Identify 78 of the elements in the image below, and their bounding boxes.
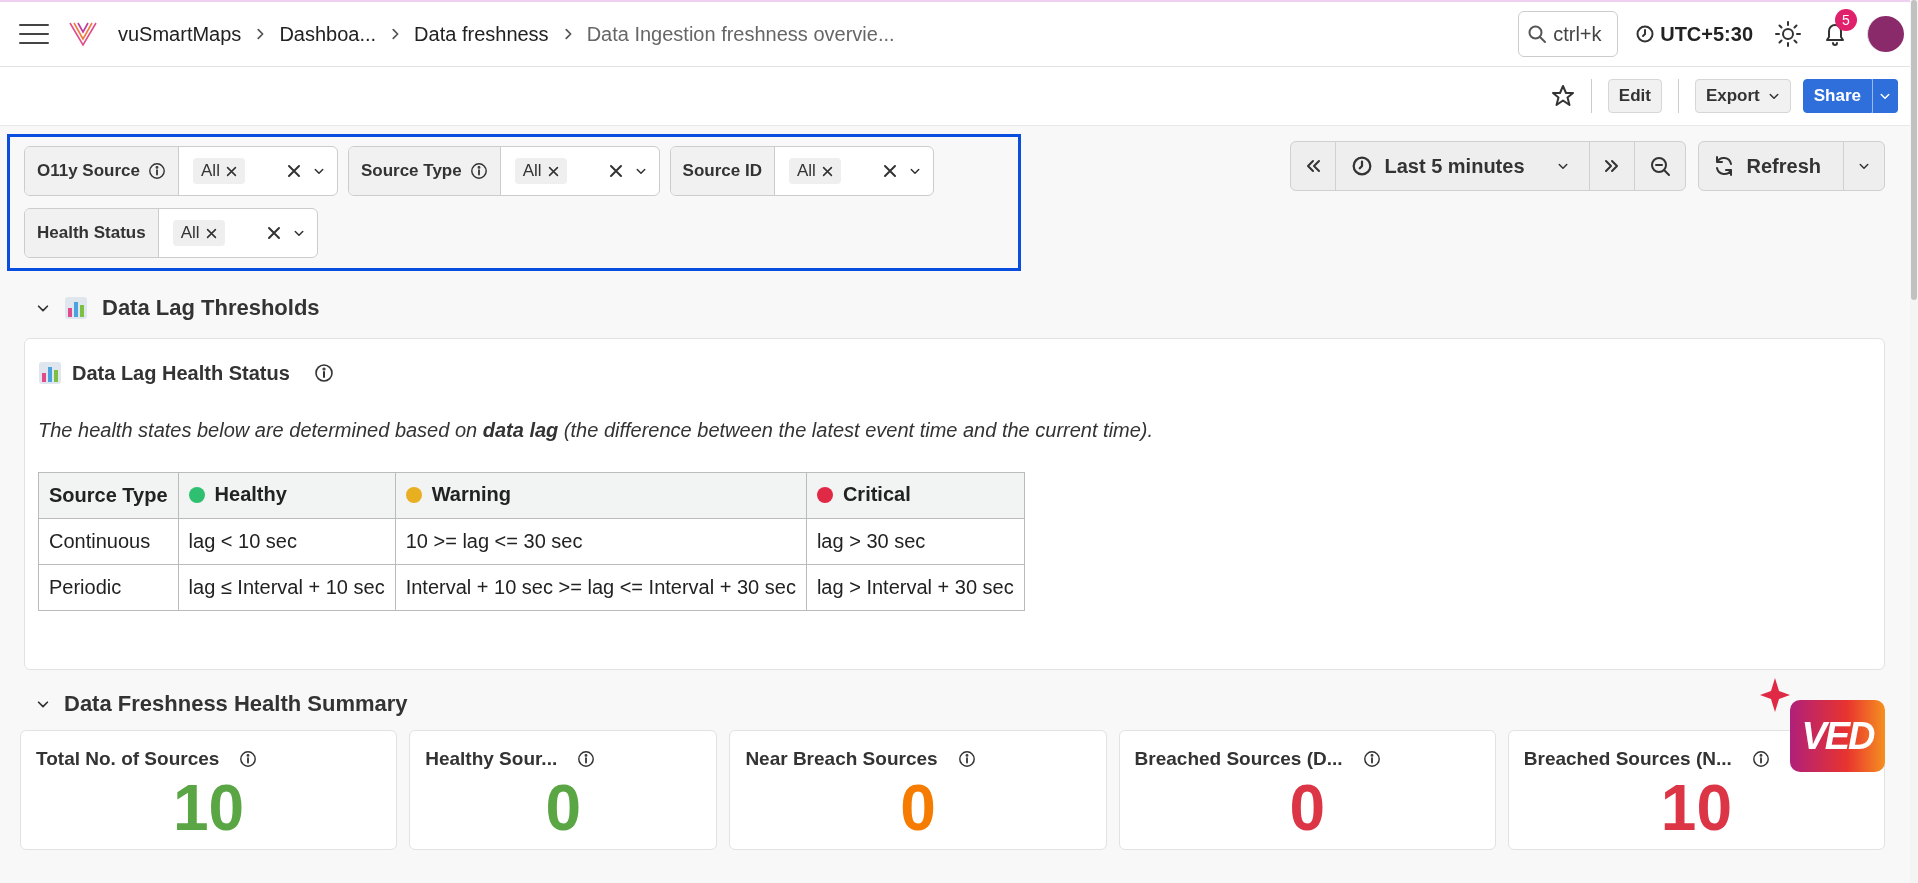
filter-label: Source ID — [682, 161, 762, 181]
breadcrumb-link[interactable]: vuSmartMaps — [118, 22, 242, 46]
search-field[interactable]: ctrl+k — [1518, 11, 1619, 57]
double-chevron-right-icon — [1603, 158, 1620, 174]
table-cell: Periodic — [38, 564, 179, 611]
table-cell: Continuous — [38, 518, 179, 565]
description-text: The health states below are determined based on data lag (the difference between the latest event time and the current time). — [38, 419, 1155, 442]
stat-value: 10 — [172, 776, 246, 840]
edit-button[interactable]: Edit — [1607, 79, 1662, 113]
menu-icon — [18, 22, 50, 46]
clock-icon — [1352, 156, 1373, 176]
table-header: Critical — [806, 472, 1025, 519]
table-cell: lag > Interval + 30 sec — [806, 564, 1025, 611]
star-icon — [1550, 84, 1575, 108]
info-icon — [239, 750, 258, 768]
breadcrumb-link[interactable]: Dashboa... — [279, 22, 377, 46]
timezone-button[interactable]: UTC+5:30 — [1636, 22, 1753, 46]
close-icon — [547, 165, 559, 177]
double-chevron-left-icon — [1305, 158, 1322, 174]
filter-chip[interactable]: All — [172, 220, 225, 246]
breadcrumb-link[interactable]: Data Ingestion freshness overvie... — [586, 22, 895, 46]
table-header: Warning — [395, 472, 807, 519]
section-title: Data Lag Thresholds — [102, 295, 320, 321]
info-icon — [313, 363, 334, 383]
breadcrumb-link[interactable]: Data freshness — [414, 22, 549, 46]
card-title: Breached Sources (D... — [1134, 748, 1343, 770]
filter-dropdown[interactable]: O11y Source All — [24, 146, 338, 196]
stat-value: 0 — [1288, 776, 1326, 840]
section-title: Data Freshness Health Summary — [64, 691, 408, 717]
close-icon — [286, 164, 301, 178]
close-icon — [821, 165, 833, 177]
close-icon — [608, 164, 623, 178]
stat-value: 0 — [544, 776, 583, 840]
table-header: Source Type — [38, 472, 179, 519]
notification-badge: 5 — [1835, 9, 1857, 31]
close-icon — [225, 165, 237, 177]
clock-icon — [1636, 25, 1655, 43]
scrollbar-thumb[interactable] — [1911, 0, 1917, 300]
sparkle-icon — [1760, 678, 1790, 712]
share-menu-button[interactable] — [1872, 79, 1898, 113]
table-cell: 10 >= lag <= 30 sec — [395, 518, 807, 565]
filter-dropdown[interactable]: Source Type All — [347, 146, 660, 196]
card-title: Healthy Sour... — [425, 748, 558, 770]
share-button[interactable]: Share — [1802, 79, 1872, 113]
stat-value: 0 — [899, 776, 937, 840]
zoom-out-icon — [1648, 155, 1671, 177]
table-cell: lag > 30 sec — [806, 518, 1025, 565]
close-icon — [266, 226, 281, 240]
filter-label: Health Status — [37, 223, 146, 243]
bar-chart-icon — [38, 361, 62, 385]
filter-label: Source Type — [360, 161, 462, 181]
close-icon — [205, 227, 217, 239]
info-icon — [1751, 750, 1770, 768]
export-button[interactable]: Export — [1694, 79, 1791, 113]
filter-chip[interactable]: All — [193, 158, 245, 184]
assistant-logo[interactable]: VED — [1790, 700, 1885, 772]
search-icon — [1527, 24, 1548, 44]
card-title: Near Breach Sources — [745, 748, 938, 770]
table-cell: lag ≤ Interval + 10 sec — [178, 564, 396, 611]
filter-dropdown[interactable]: Health Status All — [24, 208, 318, 258]
info-icon — [577, 750, 596, 768]
table-cell: Interval + 10 sec >= lag <= Interval + 30 sec — [395, 564, 807, 611]
avatar[interactable] — [1867, 16, 1904, 52]
filter-dropdown[interactable]: Source ID All — [669, 146, 934, 196]
close-icon — [882, 164, 897, 178]
info-icon — [957, 750, 976, 768]
table-cell: lag < 10 sec — [178, 518, 396, 565]
card-title: Total No. of Sources — [36, 748, 220, 770]
card-title: Breached Sources (N... — [1523, 748, 1732, 770]
table-header: Healthy — [178, 472, 396, 519]
info-icon — [1362, 750, 1381, 768]
sun-icon — [1775, 21, 1801, 47]
filter-label: O11y Source — [37, 161, 140, 181]
bar-chart-icon — [64, 296, 88, 320]
filter-chip[interactable]: All — [514, 158, 567, 184]
stat-value: 10 — [1659, 776, 1733, 840]
filter-chip[interactable]: All — [788, 158, 841, 184]
panel-title: Data Lag Health Status — [72, 361, 290, 385]
